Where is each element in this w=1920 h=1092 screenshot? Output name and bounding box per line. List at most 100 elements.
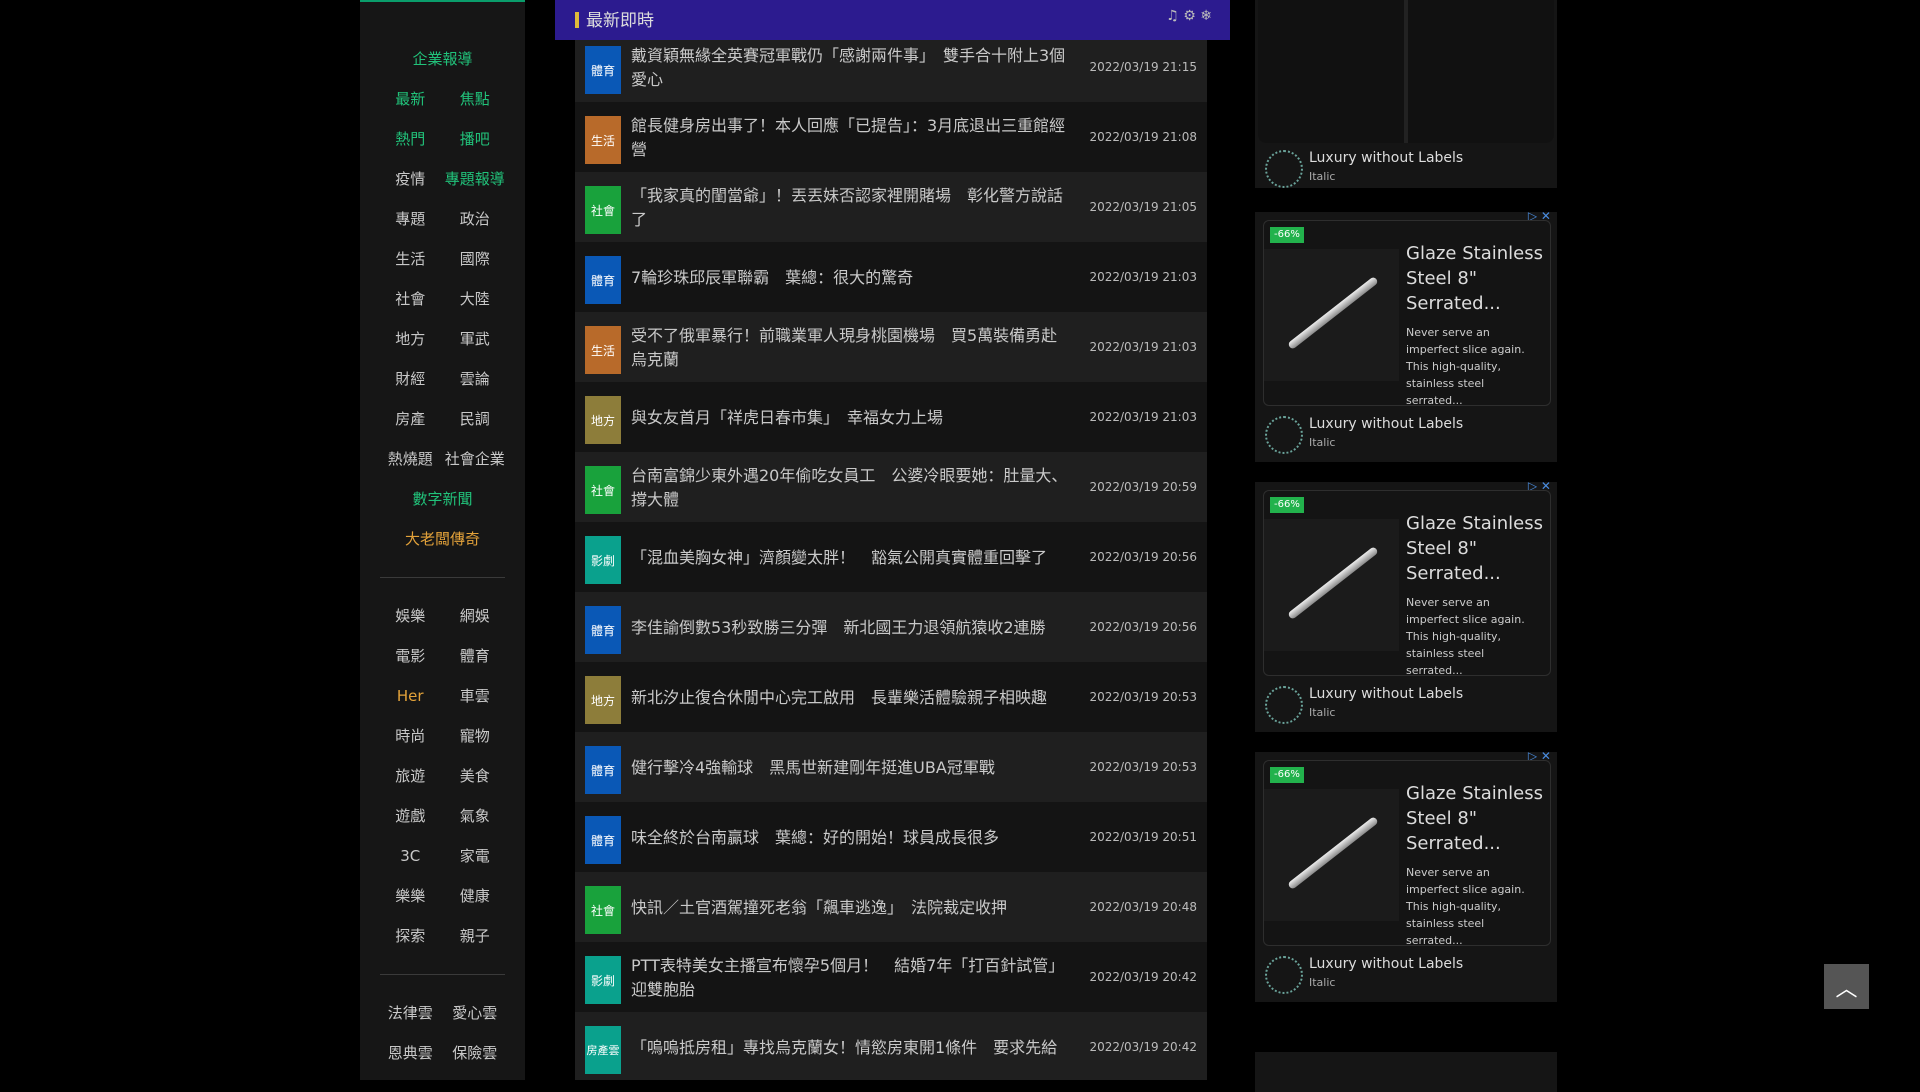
news-headline[interactable]: 「嗚嗚抵房租」專找烏克蘭女！情慾房東開1條件 要求先給	[631, 1022, 1071, 1074]
ad-knife[interactable]: ▷ ✕ -66% Glaze Stainless Steel 8" Serrated…	[1255, 209, 1557, 462]
category-badge[interactable]: 生活	[585, 116, 621, 164]
nav-link[interactable]: 房產	[360, 399, 443, 439]
category-badge[interactable]: 體育	[585, 256, 621, 304]
category-badge[interactable]: 體育	[585, 606, 621, 654]
news-item[interactable]: 生活 受不了俄軍暴行！前職業軍人現身桃園機場 買5萬裝備勇赴烏克蘭 2022/03/…	[575, 312, 1207, 382]
news-headline[interactable]: 快訊／土官酒駕撞死老翁「飆車逃逸」 法院裁定收押	[631, 882, 1071, 934]
ad-product-title[interactable]: Glaze Stainless Steel 8" Serrated...	[1406, 781, 1546, 856]
news-item[interactable]: 社會 「我家真的閨當爺」！丟丟妹否認家裡開賭場 彰化警方說話了 2022/03/19…	[575, 172, 1207, 242]
category-badge[interactable]: 體育	[585, 816, 621, 864]
ad-product-title[interactable]: Glaze Stainless Steel 8" Serrated...	[1406, 241, 1546, 316]
ad-knife[interactable]: ▷ ✕ -66% Glaze Stainless Steel 8" Serrated…	[1255, 749, 1557, 1002]
news-headline[interactable]: 「混血美胸女神」濟顏變太胖！ 豁氣公開真實體重回擊了	[631, 532, 1071, 584]
nav-link[interactable]: 民調	[443, 399, 526, 439]
category-badge[interactable]: 體育	[585, 746, 621, 794]
category-badge[interactable]: 房產雲	[585, 1026, 621, 1074]
nav-link[interactable]: 國際	[443, 239, 526, 279]
category-badge[interactable]: 生活	[585, 326, 621, 374]
news-headline[interactable]: 台南富錦少東外遇20年偷吃女員工 公婆冷眼要她：肚量大、撐大體	[631, 462, 1071, 514]
news-item[interactable]: 地方 與女友首月「祥虎日春市集」 幸福女力上場 2022/03/19 21:03	[575, 382, 1207, 452]
nav-link[interactable]: 社會企業	[443, 439, 526, 479]
news-headline[interactable]: 味全終於台南贏球 葉總：好的開始！球員成長很多	[631, 812, 1071, 864]
nav-link[interactable]: 樂樂	[360, 876, 443, 916]
nav-link[interactable]: 良師雲	[443, 1073, 526, 1080]
category-badge[interactable]: 體育	[585, 46, 621, 94]
nav-link[interactable]: 社會	[360, 279, 443, 319]
nav-link[interactable]: 財經	[360, 359, 443, 399]
nav-link[interactable]: 家電	[443, 836, 526, 876]
nav-link[interactable]: 疫情	[360, 159, 443, 199]
news-item[interactable]: 地方 新北汐止復合休閒中心完工啟用 長輩樂活體驗親子相映趣 2022/03/19 2…	[575, 662, 1207, 732]
news-item[interactable]: 體育 健行擊冷4強輸球 黑馬世新建剛年挺進UBA冠軍戰 2022/03/19 20:…	[575, 732, 1207, 802]
news-headline[interactable]: 館長健身房出事了！本人回應「已提告」：3月底退出三重館經營	[631, 112, 1071, 164]
news-headline[interactable]: 李佳諭倒數53秒致勝三分彈 新北國王力退領航猿收2連勝	[631, 602, 1071, 654]
news-headline[interactable]: 與女友首月「祥虎日春市集」 幸福女力上場	[631, 392, 1071, 444]
nav-link[interactable]: 雲論	[443, 359, 526, 399]
nav-link[interactable]: 熱門	[360, 119, 443, 159]
nav-link[interactable]: 軍武	[443, 319, 526, 359]
news-item[interactable]: 房產雲 「嗚嗚抵房租」專找烏克蘭女！情慾房東開1條件 要求先給 2022/03/19…	[575, 1012, 1207, 1080]
category-badge[interactable]: 影劇	[585, 536, 621, 584]
nav-link[interactable]: 法律雲	[360, 993, 443, 1033]
news-item[interactable]: 影劇 PTT表特美女主播宣布懷孕5個月！ 結婚7年「打百針試管」迎雙胞胎 2022/…	[575, 942, 1207, 1012]
nav-link[interactable]: 播吧	[443, 119, 526, 159]
nav-link[interactable]: 寵物	[443, 716, 526, 756]
nav-link[interactable]: 大陸	[443, 279, 526, 319]
news-item[interactable]: 體育 戴資穎無緣全英賽冠軍戰仍「感謝兩件事」 雙手合十附上3個愛心 2022/03/…	[575, 32, 1207, 102]
nav-link[interactable]: 專題報導	[443, 159, 526, 199]
category-badge[interactable]: 社會	[585, 886, 621, 934]
category-badge[interactable]: 地方	[585, 396, 621, 444]
header-tools-icon[interactable]: ♫ ⚙ ❄	[1166, 8, 1212, 24]
news-headline[interactable]: 戴資穎無緣全英賽冠軍戰仍「感謝兩件事」 雙手合十附上3個愛心	[631, 42, 1071, 94]
news-headline[interactable]: 7輪珍珠邱辰軍聯霸 葉總：很大的驚奇	[631, 252, 1071, 304]
news-item[interactable]: 影劇 「混血美胸女神」濟顏變太胖！ 豁氣公開真實體重回擊了 2022/03/19 2…	[575, 522, 1207, 592]
news-item[interactable]: 生活 館長健身房出事了！本人回應「已提告」：3月底退出三重館經營 2022/03/1…	[575, 102, 1207, 172]
news-item[interactable]: 體育 李佳諭倒數53秒致勝三分彈 新北國王力退領航猿收2連勝 2022/03/19 …	[575, 592, 1207, 662]
nav-link[interactable]: 車雲	[443, 676, 526, 716]
nav-link[interactable]: 地方	[360, 319, 443, 359]
nav-link[interactable]: 氣象	[443, 796, 526, 836]
nav-link[interactable]: 生活	[360, 239, 443, 279]
nav-link[interactable]: 美食	[443, 756, 526, 796]
nav-link[interactable]: 專題	[360, 199, 443, 239]
nav-link[interactable]: 石勝雲	[360, 1073, 443, 1080]
news-item[interactable]: 社會 台南富錦少東外遇20年偷吃女員工 公婆冷眼要她：肚量大、撐大體 2022/03…	[575, 452, 1207, 522]
news-headline[interactable]: 受不了俄軍暴行！前職業軍人現身桃園機場 買5萬裝備勇赴烏克蘭	[631, 322, 1071, 374]
nav-link[interactable]: 網娛	[443, 596, 526, 636]
ad-product-title[interactable]: Glaze Stainless Steel 8" Serrated...	[1406, 511, 1546, 586]
news-headline[interactable]: 新北汐止復合休閒中心完工啟用 長輩樂活體驗親子相映趣	[631, 672, 1071, 724]
nav-link[interactable]: 數字新聞	[360, 479, 525, 519]
ad-product-card[interactable]: -66% Glaze Stainless Steel 8" Serrated...…	[1263, 220, 1551, 407]
category-badge[interactable]: 社會	[585, 466, 621, 514]
ad-product-card[interactable]: -66% Glaze Stainless Steel 8" Serrated...…	[1263, 760, 1551, 947]
nav-link[interactable]: 親子	[443, 916, 526, 956]
category-badge[interactable]: 地方	[585, 676, 621, 724]
news-headline[interactable]: 「我家真的閨當爺」！丟丟妹否認家裡開賭場 彰化警方說話了	[631, 182, 1071, 234]
nav-link[interactable]: 時尚	[360, 716, 443, 756]
nav-link[interactable]: 娛樂	[360, 596, 443, 636]
nav-link[interactable]: 電影	[360, 636, 443, 676]
nav-link[interactable]: 探索	[360, 916, 443, 956]
news-headline[interactable]: 健行擊冷4強輸球 黑馬世新建剛年挺進UBA冠軍戰	[631, 742, 1071, 794]
nav-link[interactable]: 大老闆傳奇	[360, 519, 525, 559]
nav-link[interactable]: 愛心雲	[443, 993, 526, 1033]
nav-link[interactable]: 恩典雲	[360, 1033, 443, 1073]
ad-knife[interactable]: ▷ ✕ -66% Glaze Stainless Steel 8" Serrated…	[1255, 479, 1557, 732]
nav-link[interactable]: 遊戲	[360, 796, 443, 836]
category-badge[interactable]: 影劇	[585, 956, 621, 1004]
nav-link[interactable]: 保險雲	[443, 1033, 526, 1073]
nav-link[interactable]: 最新	[360, 79, 443, 119]
category-badge[interactable]: 社會	[585, 186, 621, 234]
nav-link[interactable]: Her	[360, 676, 443, 716]
nav-link[interactable]: 健康	[443, 876, 526, 916]
nav-link[interactable]: 政治	[443, 199, 526, 239]
nav-link[interactable]: 旅遊	[360, 756, 443, 796]
scroll-to-top-button[interactable]: ︿	[1824, 964, 1869, 1009]
nav-link[interactable]: 企業報導	[360, 39, 525, 79]
nav-link[interactable]: 焦點	[443, 79, 526, 119]
nav-link[interactable]: 體育	[443, 636, 526, 676]
news-item[interactable]: 體育 7輪珍珠邱辰軍聯霸 葉總：很大的驚奇 2022/03/19 21:03	[575, 242, 1207, 312]
nav-link[interactable]: 3C	[360, 836, 443, 876]
news-item[interactable]: 體育 味全終於台南贏球 葉總：好的開始！球員成長很多 2022/03/19 20:5…	[575, 802, 1207, 872]
news-headline[interactable]: PTT表特美女主播宣布懷孕5個月！ 結婚7年「打百針試管」迎雙胞胎	[631, 952, 1071, 1004]
